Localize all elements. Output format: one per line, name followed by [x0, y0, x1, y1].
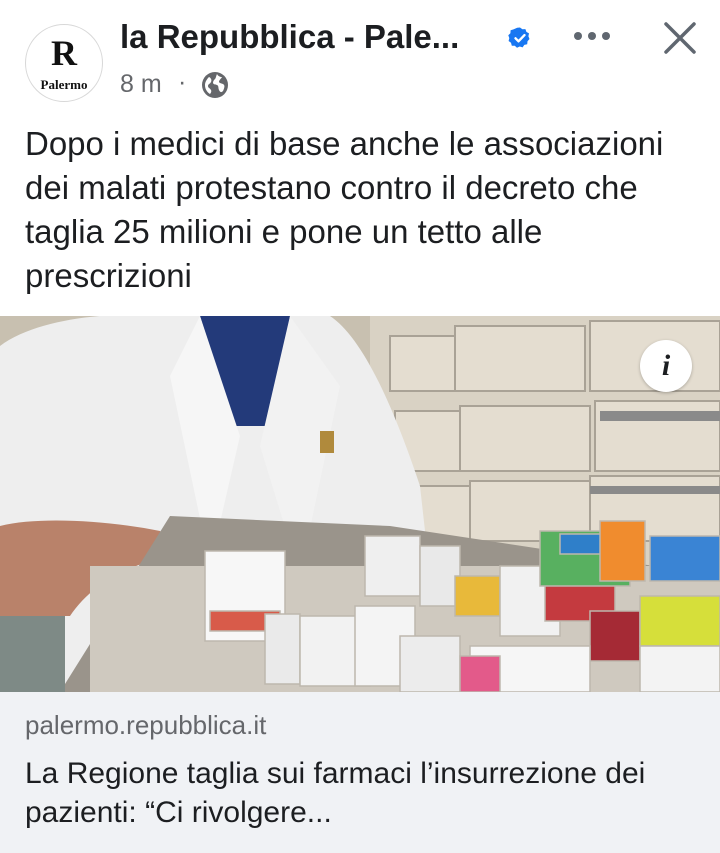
page-avatar[interactable]: R Palermo	[25, 24, 103, 102]
more-options-icon[interactable]	[570, 22, 614, 50]
post-header: R Palermo la Repubblica - Pale... 8 m ·	[0, 0, 720, 112]
info-icon[interactable]: i	[640, 340, 692, 392]
verified-badge-icon	[508, 27, 530, 48]
avatar-logo-letter: R	[51, 33, 77, 73]
page-name-link[interactable]: la Repubblica - Pale...	[120, 18, 459, 56]
post-photo[interactable]	[0, 316, 720, 692]
meta-separator: ·	[178, 68, 187, 96]
link-domain: palermo.repubblica.it	[25, 710, 267, 740]
post-message: Dopo i medici di base anche le associazi…	[25, 125, 664, 294]
close-icon[interactable]	[662, 20, 698, 56]
post-timestamp[interactable]: 8 m	[120, 70, 162, 99]
avatar-logo-city: Palermo	[40, 77, 88, 92]
globe-icon	[202, 72, 228, 98]
link-title[interactable]: La Regione taglia sui farmaci l’insurrez…	[25, 754, 705, 832]
link-preview-card[interactable]: palermo.repubblica.it La Regione taglia …	[0, 692, 720, 853]
pharmacy-photo-illustration	[0, 316, 720, 692]
